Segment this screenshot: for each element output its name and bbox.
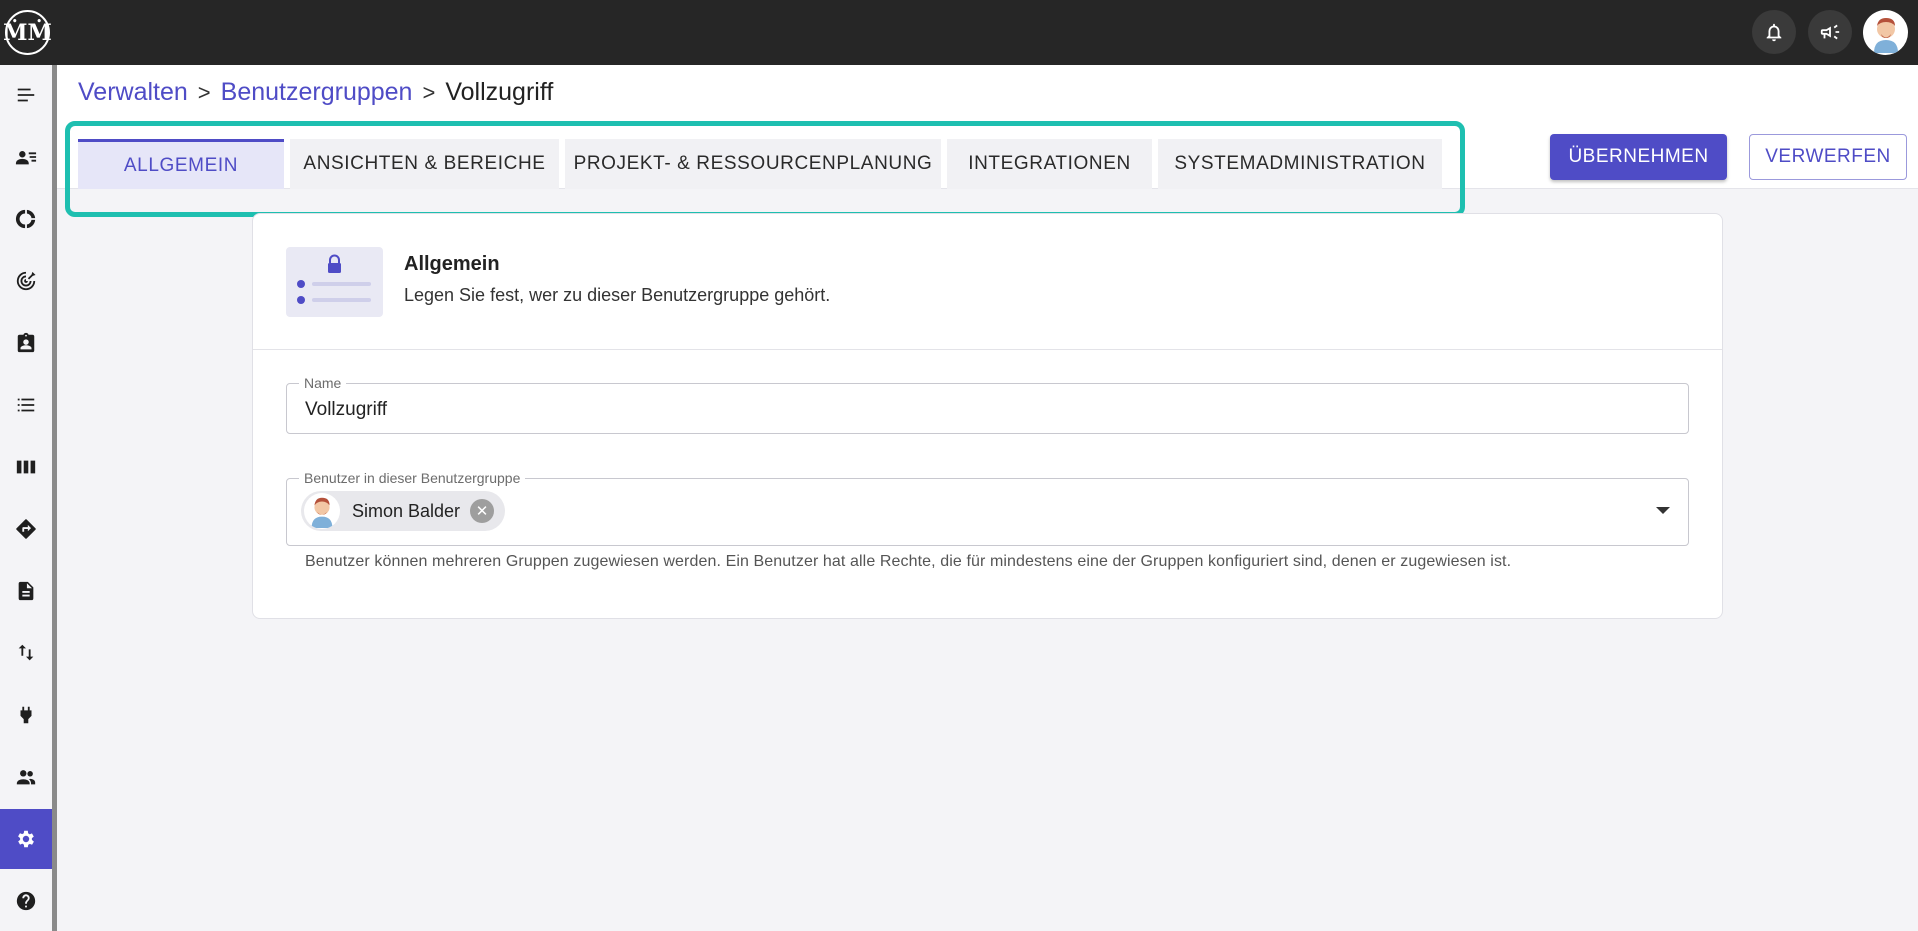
donut-chart-icon[interactable]: [0, 189, 52, 249]
top-bar: ṀṀ: [0, 0, 1918, 65]
plug-icon[interactable]: [0, 685, 52, 745]
breadcrumb-separator: >: [197, 79, 211, 105]
bell-icon[interactable]: [1752, 10, 1796, 54]
list-icon[interactable]: [0, 375, 52, 435]
user-avatar[interactable]: [1863, 10, 1908, 55]
directions-icon[interactable]: [0, 499, 52, 559]
name-field[interactable]: Name Vollzugriff: [286, 375, 1689, 434]
name-input[interactable]: Vollzugriff: [305, 399, 387, 421]
page-title: Vollzugriff: [445, 78, 554, 106]
people-icon[interactable]: [0, 747, 52, 807]
breadcrumb-verwalten[interactable]: Verwalten: [78, 78, 188, 107]
sidebar: [0, 65, 52, 931]
close-icon[interactable]: ✕: [470, 499, 495, 523]
breadcrumb: Verwalten > Benutzergruppen > Vollzugrif…: [78, 78, 553, 107]
app-logo[interactable]: ṀṀ: [3, 10, 52, 55]
megaphone-icon[interactable]: [1808, 10, 1852, 54]
columns-icon[interactable]: [0, 437, 52, 497]
divider: [253, 349, 1722, 350]
name-field-label: Name: [299, 375, 347, 391]
card-title: Allgemein: [404, 253, 500, 275]
users-field-label: Benutzer in dieser Benutzergruppe: [299, 470, 526, 486]
breadcrumb-benutzergruppen[interactable]: Benutzergruppen: [221, 78, 413, 107]
user-group-illustration: [286, 247, 383, 317]
sidebar-scrollbar[interactable]: [52, 65, 57, 931]
target-icon[interactable]: [0, 251, 52, 311]
chevron-down-icon[interactable]: [1656, 507, 1670, 514]
users-select[interactable]: Benutzer in dieser Benutzergruppe Simon …: [286, 470, 1689, 546]
help-icon[interactable]: [0, 871, 52, 931]
document-icon[interactable]: [0, 561, 52, 621]
card-description: Legen Sie fest, wer zu dieser Benutzergr…: [404, 285, 831, 305]
menu-icon[interactable]: [0, 65, 52, 125]
clipboard-user-icon[interactable]: [0, 313, 52, 373]
user-chip-label: Simon Balder: [352, 500, 461, 521]
contacts-icon[interactable]: [0, 127, 52, 187]
breadcrumb-separator: >: [422, 79, 436, 105]
user-chip[interactable]: Simon Balder ✕: [301, 491, 505, 531]
apply-button[interactable]: ÜBERNEHMEN: [1550, 134, 1727, 180]
discard-button[interactable]: VERWERFEN: [1749, 134, 1907, 180]
gear-icon[interactable]: [0, 809, 52, 869]
sort-arrows-icon[interactable]: [0, 623, 52, 683]
users-helper-text: Benutzer können mehreren Gruppen zugewie…: [305, 553, 1512, 570]
avatar: [304, 493, 340, 529]
tabs-highlight-frame: [65, 121, 1465, 217]
